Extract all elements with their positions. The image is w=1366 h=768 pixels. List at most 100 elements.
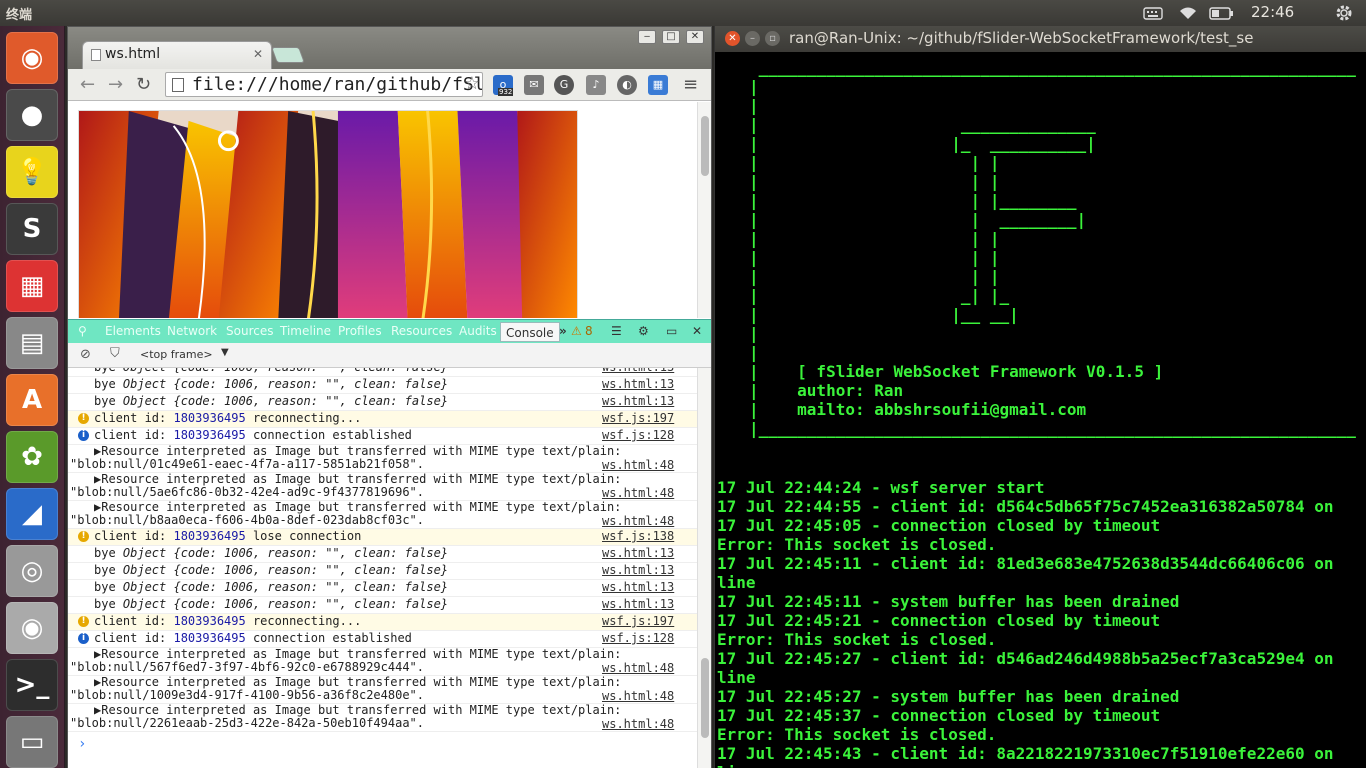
launcher-chrome[interactable]: ● [6,89,58,141]
keyboard-icon[interactable] [1143,3,1163,23]
wifi-icon[interactable] [1177,3,1199,23]
frame-selector[interactable]: <top frame> [140,348,213,361]
logged-object[interactable]: Object {code: 1006, reason: "", clean: f… [123,580,448,594]
globe-extension-icon[interactable]: ◐ [617,75,637,95]
source-link[interactable]: ws.html:13 [602,368,674,374]
console-scrollbar[interactable] [697,368,711,768]
source-link[interactable]: wsf.js:197 [602,411,674,425]
mail-extension-icon[interactable]: ✉ [524,75,544,95]
search-icon[interactable]: ⚲ [78,324,87,338]
bell-extension-icon[interactable]: ♪ [586,75,606,95]
launcher-terminal[interactable]: >_ [6,659,58,711]
close-icon[interactable]: ✕ [725,31,740,46]
source-link[interactable]: wsf.js:128 [602,631,674,645]
console-message: ▶Resource interpreted as Image but trans… [70,445,621,471]
source-link[interactable]: ws.html:48 [602,661,674,675]
launcher-wireshark[interactable]: ◢ [6,488,58,540]
scroll-thumb[interactable] [701,658,709,738]
source-link[interactable]: wsf.js:197 [602,614,674,628]
close-icon[interactable]: ✕ [253,47,263,61]
source-link[interactable]: ws.html:13 [602,377,674,391]
launcher-file-cabinet[interactable]: ▤ [6,317,58,369]
source-link[interactable]: ws.html:48 [602,486,674,500]
tab-sources[interactable]: Sources [226,324,273,338]
tab-console[interactable]: Console [500,322,560,342]
close-button[interactable]: ✕ [686,30,704,44]
launcher-notes[interactable]: 💡 [6,146,58,198]
chevron-down-icon[interactable]: ▼ [221,347,229,358]
terminal-output[interactable]: ________________________________________… [715,52,1366,768]
page-scrollbar[interactable] [697,102,711,318]
logged-object[interactable]: Object {code: 1006, reason: "", clean: f… [123,368,448,374]
forward-icon[interactable]: → [108,74,123,95]
tab-timeline[interactable]: Timeline [280,324,331,338]
filter-icon[interactable]: ⛉ [110,346,120,361]
clock[interactable]: 22:46 [1251,3,1294,21]
launcher-sublime-text[interactable]: S [6,203,58,255]
launcher-software-center[interactable]: A [6,374,58,426]
terminal-line: 17 Jul 22:44:55 - client id: d564c5db65f… [717,497,1334,516]
launcher-four-squares-app[interactable]: ▦ [6,260,58,312]
scroll-thumb[interactable] [701,116,709,176]
address-bar[interactable]: file:///home/ran/github/fSl ☆ [165,72,483,97]
tab-resources[interactable]: Resources [391,324,452,338]
close-devtools-icon[interactable]: ✕ [692,324,702,338]
menu-icon[interactable]: ≡ [683,74,698,95]
tab-network[interactable]: Network [167,324,217,338]
terminal-line: 17 Jul 22:44:24 - wsf server start [717,478,1045,497]
tab-profiles[interactable]: Profiles [338,324,382,338]
logged-object[interactable]: Object {code: 1006, reason: "", clean: f… [123,563,448,577]
blob-url: "blob:null/b8aa0eca-f606-4b0a-8def-023da… [70,513,425,527]
tab-audits[interactable]: Audits [459,324,497,338]
console-row: bye Object {code: 1006, reason: "", clea… [68,580,697,597]
tab-elements[interactable]: Elements [105,324,161,338]
launcher-camera[interactable]: ◎ [6,545,58,597]
console-message: ▶Resource interpreted as Image but trans… [70,704,621,730]
reload-icon[interactable]: ↻ [136,74,151,95]
logged-object[interactable]: Object {code: 1006, reason: "", clean: f… [123,546,448,560]
gear-icon[interactable] [1335,3,1353,23]
console-row: bye Object {code: 1006, reason: "", clea… [68,546,697,563]
source-link[interactable]: ws.html:48 [602,514,674,528]
source-link[interactable]: ws.html:48 [602,689,674,703]
source-link[interactable]: ws.html:48 [602,458,674,472]
source-link[interactable]: ws.html:13 [602,394,674,408]
minimize-button[interactable]: ‒ [638,30,656,44]
logged-object[interactable]: Object {code: 1006, reason: "", clean: f… [123,597,448,611]
console-message: bye Object {code: 1006, reason: "", clea… [94,394,448,408]
source-link[interactable]: ws.html:13 [602,563,674,577]
blob-url: "blob:null/5ae6fc86-0b32-42e4-ad9c-9f437… [70,485,425,499]
console-prompt[interactable]: › [78,736,86,752]
battery-icon[interactable] [1209,3,1235,23]
msg-prefix: bye [94,546,123,560]
logged-object[interactable]: Object {code: 1006, reason: "", clean: f… [123,377,448,391]
more-tabs-button[interactable]: » [559,324,567,338]
settings-gear-icon[interactable]: ⚙ [638,324,649,338]
star-icon[interactable]: ☆ [464,73,480,94]
circle-extension-icon[interactable]: G [554,75,574,95]
logged-object[interactable]: Object {code: 1006, reason: "", clean: f… [123,394,448,408]
source-link[interactable]: wsf.js:138 [602,529,674,543]
source-link[interactable]: ws.html:13 [602,597,674,611]
new-tab-button[interactable] [271,47,305,63]
source-link[interactable]: wsf.js:128 [602,428,674,442]
clear-console-icon[interactable]: ⊘ [80,347,91,362]
console-row: ▶Resource interpreted as Image but trans… [68,704,697,732]
minimize-icon[interactable]: – [745,31,760,46]
source-link[interactable]: ws.html:13 [602,546,674,560]
maximize-button[interactable]: □ [662,30,680,44]
back-icon[interactable]: ← [80,74,95,95]
calendar-extension-icon[interactable]: ▦ [648,75,668,95]
browser-tab[interactable]: ws.html ✕ [82,41,272,69]
launcher-green-app[interactable]: ✿ [6,431,58,483]
dock-icon[interactable]: ▭ [666,324,677,338]
source-link[interactable]: ws.html:48 [602,717,674,731]
drawer-icon[interactable]: ☰ [611,324,622,338]
launcher-speaker[interactable]: ◉ [6,602,58,654]
source-link[interactable]: ws.html:13 [602,580,674,594]
ubuntu-dash-icon: ◉ [20,43,44,73]
maximize-icon[interactable]: ▫ [765,31,780,46]
launcher-scanner[interactable]: ▭ [6,716,58,768]
terminal-line: 17 Jul 22:45:43 - client id: 8a221822197… [717,744,1334,763]
launcher-ubuntu-dash[interactable]: ◉ [6,32,58,84]
